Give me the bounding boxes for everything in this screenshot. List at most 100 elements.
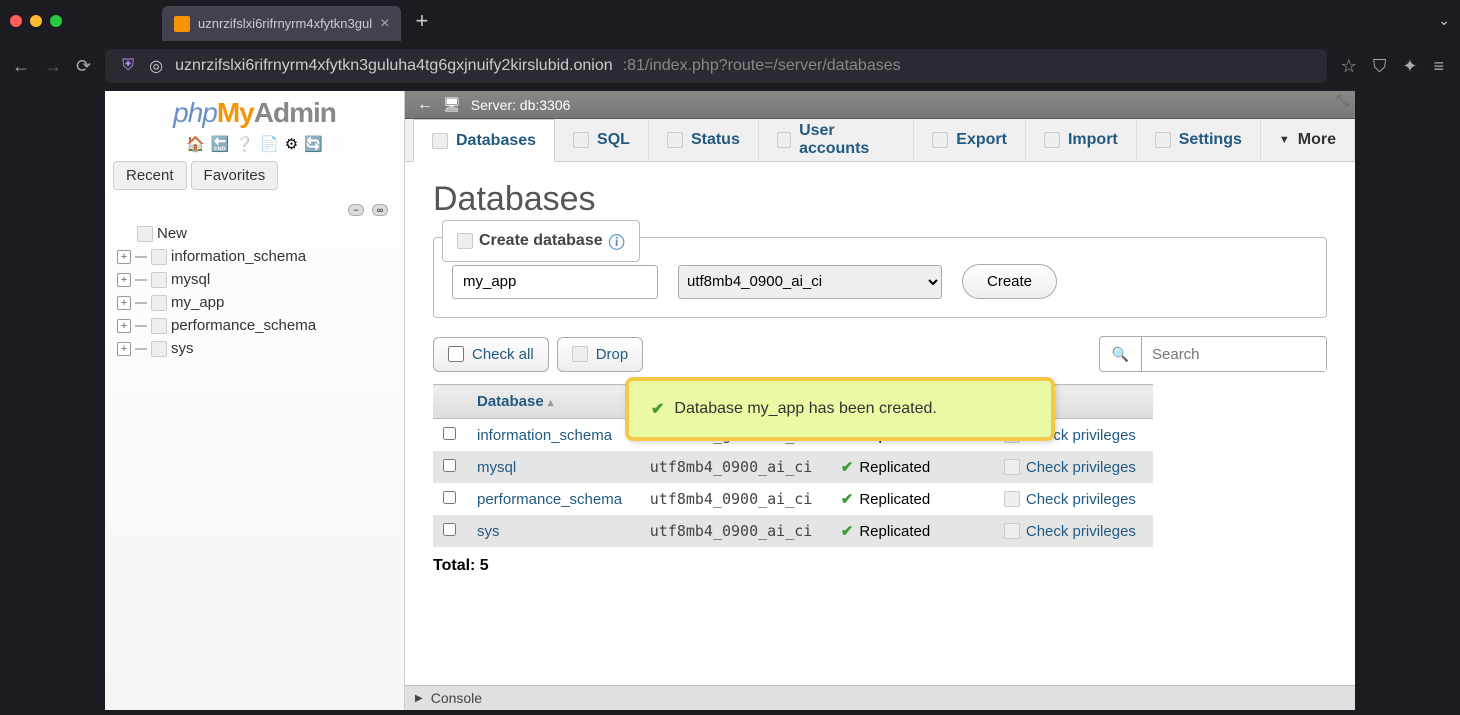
check-all-control[interactable]: Check all <box>433 337 549 372</box>
sparkle-icon[interactable]: ✦ <box>1402 56 1417 77</box>
collapse-ribbon-icon[interactable]: ⤡ <box>1336 93 1349 111</box>
create-db-icon <box>457 233 473 249</box>
tree-line <box>135 279 147 281</box>
check-all-checkbox[interactable] <box>448 346 464 362</box>
create-db-form: utf8mb4_0900_ai_ci Create <box>452 264 1308 299</box>
reload-nav-icon[interactable]: 🔄 <box>304 135 323 153</box>
tab-sql[interactable]: SQL <box>555 119 649 161</box>
tree-item-label: mysql <box>171 271 210 288</box>
tab-label: User accounts <box>799 122 895 158</box>
row-replication: ✔Replicated <box>841 522 984 540</box>
row-checkbox[interactable] <box>443 523 456 536</box>
expand-icon[interactable]: + <box>117 319 131 333</box>
tab-import[interactable]: Import <box>1026 119 1137 161</box>
expand-icon[interactable]: + <box>117 342 131 356</box>
sort-icon: ▴ <box>548 397 554 409</box>
link-icon[interactable]: ∞ <box>372 204 388 216</box>
minimize-window-button[interactable] <box>30 15 42 27</box>
reload-button[interactable]: ⟳ <box>76 56 91 77</box>
close-window-button[interactable] <box>10 15 22 27</box>
forward-button[interactable]: → <box>44 56 62 77</box>
logout-icon[interactable]: 🔚 <box>211 135 230 153</box>
tab-recent[interactable]: Recent <box>113 161 187 190</box>
db-name-link[interactable]: mysql <box>477 459 516 476</box>
docs-icon[interactable]: ❔ <box>235 135 254 153</box>
tree-item[interactable]: + sys <box>113 337 404 360</box>
tab-status[interactable]: Status <box>649 119 759 161</box>
onion-lock-icon[interactable]: ◎ <box>147 57 165 75</box>
tree-new-label: New <box>157 225 187 242</box>
console-label: Console <box>431 690 482 706</box>
import-icon <box>1044 132 1060 148</box>
tree-item[interactable]: + performance_schema <box>113 314 404 337</box>
row-checkbox[interactable] <box>443 491 456 504</box>
url-bar[interactable]: ⛨ ◎ uznrzifslxi6rifrnyrm4xfytkn3guluha4t… <box>105 49 1327 83</box>
status-icon <box>667 132 683 148</box>
tab-close-icon[interactable]: × <box>380 15 389 33</box>
content: Databases Create database ⓘ utf8mb4_0900… <box>405 162 1355 589</box>
database-icon <box>151 249 167 265</box>
nav-back-icon[interactable]: ← <box>417 96 433 114</box>
new-tab-button[interactable]: + <box>415 8 428 34</box>
search-input[interactable] <box>1142 338 1326 371</box>
create-button[interactable]: Create <box>962 264 1057 299</box>
bookmark-icon[interactable]: ☆ <box>1341 56 1357 77</box>
sql-icon[interactable]: 📄 <box>260 135 279 153</box>
menu-icon[interactable]: ≡ <box>1433 56 1444 77</box>
console-bar[interactable]: ▶ Console <box>405 685 1355 710</box>
col-database[interactable]: Database <box>477 393 544 410</box>
export-icon <box>932 132 948 148</box>
settings-gear-icon[interactable]: ⚙ <box>285 135 298 153</box>
tree-item[interactable]: + mysql <box>113 268 404 291</box>
server-label[interactable]: Server: db:3306 <box>471 97 571 113</box>
server-breadcrumb: ← 🖥 Server: db:3306 ⤡ <box>405 91 1355 119</box>
help-icon[interactable]: ⓘ <box>609 229 625 253</box>
expand-icon[interactable]: + <box>117 296 131 310</box>
db-name-link[interactable]: information_schema <box>477 427 612 444</box>
back-button[interactable]: ← <box>12 56 30 77</box>
database-icon <box>151 295 167 311</box>
row-checkbox[interactable] <box>443 427 456 440</box>
check-privileges-link[interactable]: Check privileges <box>1004 523 1143 540</box>
row-checkbox[interactable] <box>443 459 456 472</box>
tab-favicon-icon <box>174 16 190 32</box>
tab-bar: uznrzifslxi6rifrnyrm4xfytkn3gul × + ⌄ <box>0 0 1460 41</box>
db-name-link[interactable]: sys <box>477 523 500 540</box>
search-icon[interactable]: 🔍 <box>1100 337 1142 371</box>
tab-label: Databases <box>456 132 536 150</box>
phpmyadmin-logo[interactable]: phpMyAdmin <box>105 91 404 131</box>
tabs-dropdown-icon[interactable]: ⌄ <box>1438 12 1450 29</box>
expand-icon[interactable]: + <box>117 273 131 287</box>
maximize-window-button[interactable] <box>50 15 62 27</box>
check-icon: ✔ <box>651 399 664 419</box>
tab-export[interactable]: Export <box>914 119 1026 161</box>
tab-databases[interactable]: Databases <box>413 119 555 162</box>
tab-more[interactable]: ▼More <box>1261 119 1355 161</box>
check-privileges-link[interactable]: Check privileges <box>1004 491 1143 508</box>
sql-icon <box>573 132 589 148</box>
tree-line <box>135 348 147 350</box>
logo-admin: Admin <box>254 97 336 128</box>
tree-new-db[interactable]: New <box>113 222 404 245</box>
expand-icon[interactable]: + <box>117 250 131 264</box>
drop-button[interactable]: Drop <box>557 337 644 372</box>
tor-circuit-icon[interactable]: ⛨ <box>119 57 137 75</box>
collation-select[interactable]: utf8mb4_0900_ai_ci <box>678 265 942 299</box>
tab-user-accounts[interactable]: User accounts <box>759 119 914 161</box>
tab-favorites[interactable]: Favorites <box>191 161 279 190</box>
db-name-input[interactable] <box>452 265 658 299</box>
db-name-link[interactable]: performance_schema <box>477 491 622 508</box>
tree-item[interactable]: + my_app <box>113 291 404 314</box>
sidebar: phpMyAdmin 🏠 🔚 ❔ 📄 ⚙ 🔄 Recent Favorites … <box>105 91 405 710</box>
create-database-heading: Create database ⓘ <box>442 220 640 262</box>
tree-item[interactable]: + information_schema <box>113 245 404 268</box>
check-privileges-link[interactable]: Check privileges <box>1004 459 1143 476</box>
console-toggle-icon[interactable]: ▶ <box>415 693 423 704</box>
create-database-section: Create database ⓘ utf8mb4_0900_ai_ci Cre… <box>433 237 1327 318</box>
browser-tab[interactable]: uznrzifslxi6rifrnyrm4xfytkn3gul × <box>162 6 401 41</box>
collapse-all-icon[interactable]: − <box>348 204 364 216</box>
total-count: Total: 5 <box>433 557 1327 575</box>
tab-settings[interactable]: Settings <box>1137 119 1261 161</box>
home-icon[interactable]: 🏠 <box>186 135 205 153</box>
shield-icon[interactable]: ⛉ <box>1373 56 1387 77</box>
